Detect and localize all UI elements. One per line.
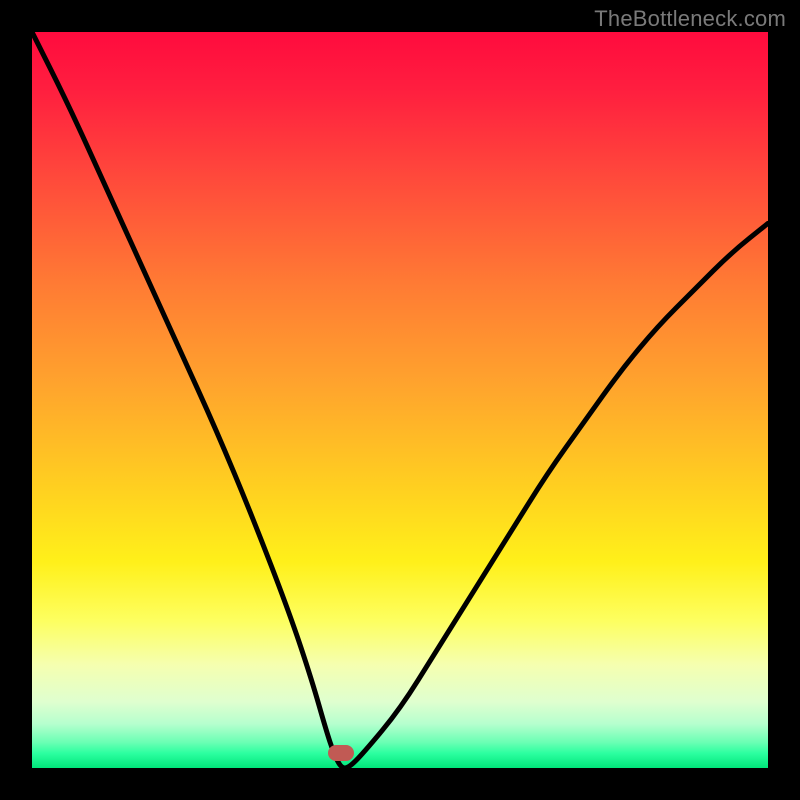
watermark-text: TheBottleneck.com bbox=[594, 6, 786, 32]
optimal-marker bbox=[328, 745, 354, 761]
bottleneck-curve bbox=[32, 32, 768, 768]
chart-frame: TheBottleneck.com bbox=[0, 0, 800, 800]
plot-area bbox=[32, 32, 768, 768]
curve-path bbox=[32, 32, 768, 768]
